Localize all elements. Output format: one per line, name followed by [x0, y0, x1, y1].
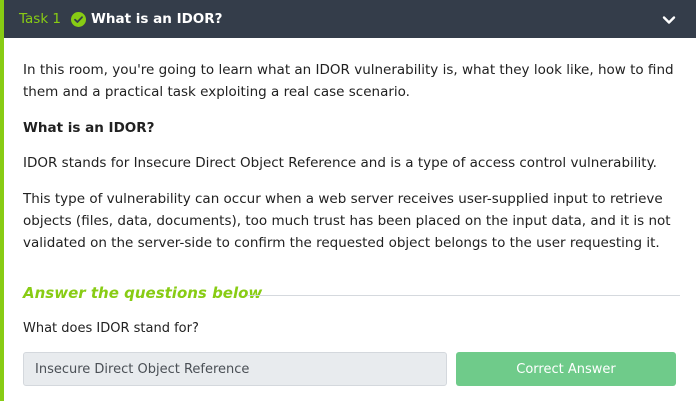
task-card: Task 1 What is an IDOR? In this room, yo… — [0, 0, 696, 401]
divider — [247, 295, 680, 296]
answer-input[interactable] — [23, 352, 447, 386]
answer-questions-heading: Answer the questions below — [23, 284, 263, 302]
definition-paragraph: IDOR stands for Insecure Direct Object R… — [23, 155, 657, 171]
check-circle-icon — [71, 11, 87, 27]
task-body: In this room, you're going to learn what… — [0, 38, 696, 401]
task-title: What is an IDOR? — [91, 11, 223, 27]
task-header[interactable]: Task 1 What is an IDOR? — [0, 0, 696, 38]
explanation-paragraph: This type of vulnerability can occur whe… — [23, 191, 671, 251]
question-text: What does IDOR stand for? — [23, 321, 199, 336]
chevron-up-icon[interactable] — [662, 12, 676, 26]
section-heading: What is an IDOR? — [23, 120, 155, 136]
correct-answer-button[interactable]: Correct Answer — [456, 352, 676, 386]
task-number: Task 1 — [19, 11, 62, 27]
intro-paragraph: In this room, you're going to learn what… — [23, 62, 674, 100]
